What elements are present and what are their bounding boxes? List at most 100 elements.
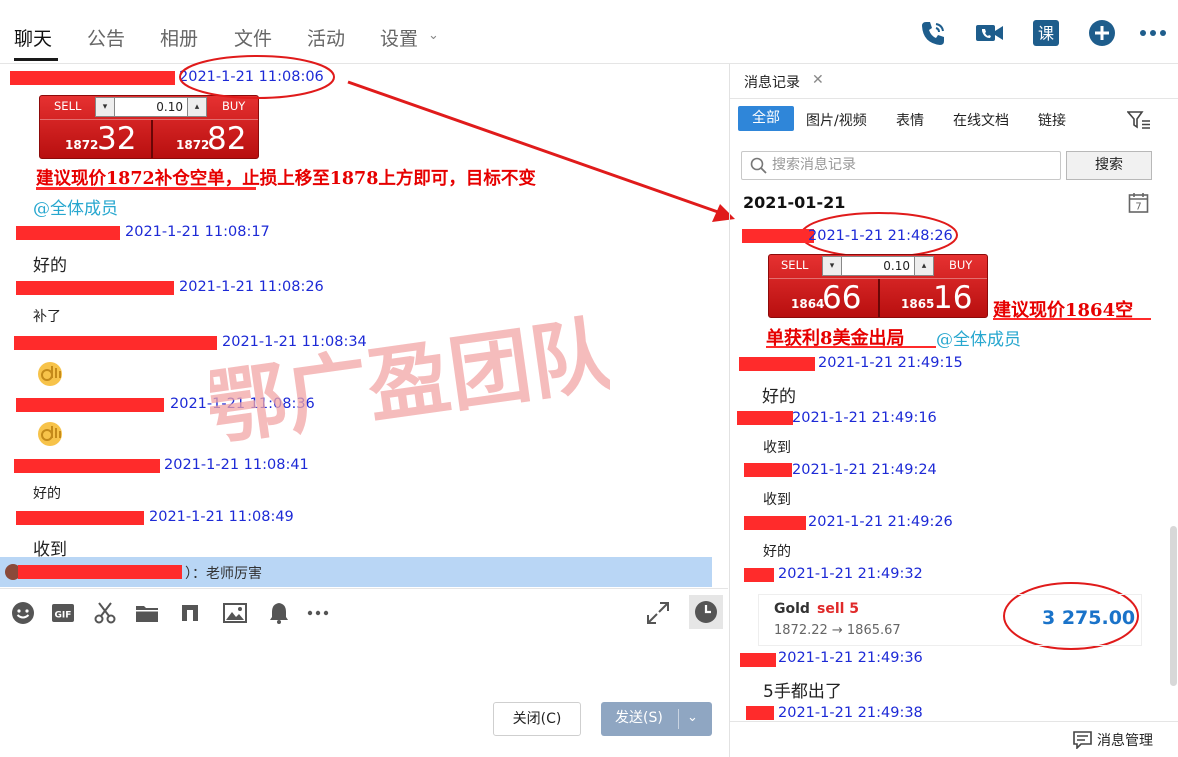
top-nav: 聊天 公告 相册 文件 活动 设置 ⌄ 课 — [0, 0, 1178, 64]
message-text: 好的 — [763, 544, 791, 560]
redacted-sender — [746, 706, 774, 720]
chat-message-list[interactable]: 2021-1-21 11:08:06 SELL ▾ 0.10 ▴ BUY 187… — [0, 64, 714, 586]
svg-text:GIF: GIF — [55, 611, 72, 621]
filter-icon[interactable] — [1127, 110, 1151, 130]
history-tab-title[interactable]: 消息记录 — [744, 72, 800, 92]
lot-increase-button: ▴ — [914, 256, 934, 276]
ok-hand-emoji-icon — [38, 362, 62, 386]
filter-media[interactable]: 图片/视频 — [806, 110, 867, 130]
folder-icon[interactable] — [135, 601, 159, 625]
close-icon[interactable]: ✕ — [812, 72, 824, 88]
add-icon[interactable] — [1087, 18, 1117, 48]
chevron-down-icon[interactable]: ⌄ — [687, 702, 698, 734]
emoji-icon[interactable] — [11, 601, 35, 625]
sell-price-prefix: 1872 — [65, 138, 99, 152]
buy-price-main: 16 — [933, 280, 973, 316]
history-date: 2021-01-21 — [743, 193, 846, 212]
redacted-sender — [10, 71, 175, 85]
message-timestamp: 2021-1-21 21:49:38 — [778, 705, 923, 721]
filter-stickers[interactable]: 表情 — [896, 110, 924, 130]
message-timestamp: 2021-1-21 21:48:26 — [808, 228, 953, 244]
svg-text:课: 课 — [1038, 24, 1054, 43]
lot-decrease-button: ▾ — [822, 256, 842, 276]
redacted-sender — [14, 336, 217, 350]
message-timestamp: 2021-1-21 21:49:32 — [778, 566, 923, 582]
chevron-down-icon[interactable]: ⌄ — [428, 28, 439, 43]
redacted-sender — [739, 357, 815, 371]
message-timestamp: 2021-1-21 11:08:36 — [170, 396, 315, 412]
order-symbol: Gold — [774, 601, 810, 617]
redacted-sender — [14, 459, 160, 473]
divider — [730, 98, 1178, 99]
phone-icon[interactable] — [918, 18, 948, 48]
image-icon[interactable] — [223, 601, 247, 625]
lot-size-field: 0.10 — [841, 256, 915, 276]
message-timestamp: 2021-1-21 11:08:17 — [125, 224, 270, 240]
divider — [878, 279, 880, 317]
tab-album[interactable]: 相册 — [160, 24, 198, 51]
message-text: 好的 — [33, 486, 61, 502]
mention-preview-bar[interactable]: ）：老师厉害 — [0, 557, 712, 587]
redaction-underline — [36, 187, 256, 190]
tab-chat[interactable]: 聊天 — [14, 24, 52, 51]
redacted-sender — [16, 511, 144, 525]
trade-widget: SELL ▾ 0.10 ▴ BUY 1864 66 1865 16 — [768, 254, 988, 318]
tab-activities[interactable]: 活动 — [307, 24, 345, 51]
order-card[interactable]: Gold sell 5 1872.22 → 1865.67 3 275.00 — [758, 594, 1142, 646]
message-text: 收到 — [763, 440, 791, 456]
search-button[interactable]: 搜索 — [1066, 151, 1152, 180]
course-icon[interactable]: 课 — [1031, 18, 1061, 48]
close-button[interactable]: 关闭(C) — [493, 702, 581, 736]
send-button[interactable]: 发送(S) ⌄ — [601, 702, 712, 736]
message-timestamp: 2021-1-21 21:49:26 — [808, 514, 953, 530]
filter-all[interactable]: 全部 — [738, 106, 794, 131]
send-label: 发送(S) — [615, 710, 663, 726]
redacted-sender — [16, 281, 174, 295]
tab-announcement[interactable]: 公告 — [87, 24, 125, 51]
message-timestamp: 2021-1-21 11:08:06 — [179, 69, 324, 85]
order-prices: 1872.22 → 1865.67 — [774, 623, 901, 638]
history-scrollbar[interactable] — [1170, 526, 1177, 686]
redacted-sender — [742, 229, 814, 243]
lot-size-field: 0.10 — [114, 97, 188, 117]
calendar-icon[interactable]: 7 — [1128, 192, 1149, 213]
divider — [40, 119, 258, 120]
filter-links[interactable]: 链接 — [1038, 110, 1066, 130]
sell-price-main: 32 — [97, 121, 137, 157]
ok-hand-emoji-icon — [38, 422, 62, 446]
message-text: 补了 — [33, 309, 61, 325]
message-timestamp: 2021-1-21 11:08:41 — [164, 457, 309, 473]
order-profit: 3 275.00 — [1042, 607, 1136, 629]
composer[interactable]: GIF 关闭(C) 发送(S) ⌄ — [0, 588, 728, 757]
message-history-panel: 消息记录 ✕ 全部 图片/视频 表情 在线文档 链接 搜索消息记录 搜索 202… — [729, 64, 1178, 757]
video-call-icon[interactable] — [974, 18, 1004, 48]
filter-docs[interactable]: 在线文档 — [953, 110, 1009, 130]
scissors-icon[interactable] — [93, 601, 117, 625]
bell-icon[interactable] — [267, 601, 291, 625]
more-icon[interactable] — [1138, 18, 1168, 48]
history-search-input[interactable]: 搜索消息记录 — [741, 151, 1061, 180]
buy-price-prefix: 1865 — [901, 297, 935, 311]
message-manage-icon[interactable] — [1073, 730, 1092, 749]
message-text: 好的 — [762, 387, 796, 407]
expand-icon[interactable] — [646, 601, 670, 625]
sell-label: SELL — [54, 99, 82, 113]
search-icon — [750, 157, 767, 174]
music-note-icon[interactable] — [178, 601, 202, 625]
more-tools-icon[interactable] — [306, 601, 330, 625]
tab-settings[interactable]: 设置 — [380, 24, 418, 51]
sell-price-prefix: 1864 — [791, 297, 825, 311]
gif-icon[interactable]: GIF — [51, 601, 75, 625]
divider — [678, 709, 679, 729]
active-tab-indicator — [14, 58, 58, 61]
message-text: 5手都出了 — [763, 682, 842, 702]
tab-files[interactable]: 文件 — [234, 24, 272, 51]
history-toggle[interactable] — [689, 595, 723, 629]
message-timestamp: 2021-1-21 21:49:36 — [778, 650, 923, 666]
history-footer: 消息管理 — [730, 721, 1178, 757]
redacted-sender — [740, 653, 776, 667]
redaction-underline — [766, 346, 936, 348]
calendar-day: 7 — [1135, 202, 1141, 213]
message-manage-link[interactable]: 消息管理 — [1097, 730, 1153, 750]
buy-label: BUY — [949, 258, 973, 272]
